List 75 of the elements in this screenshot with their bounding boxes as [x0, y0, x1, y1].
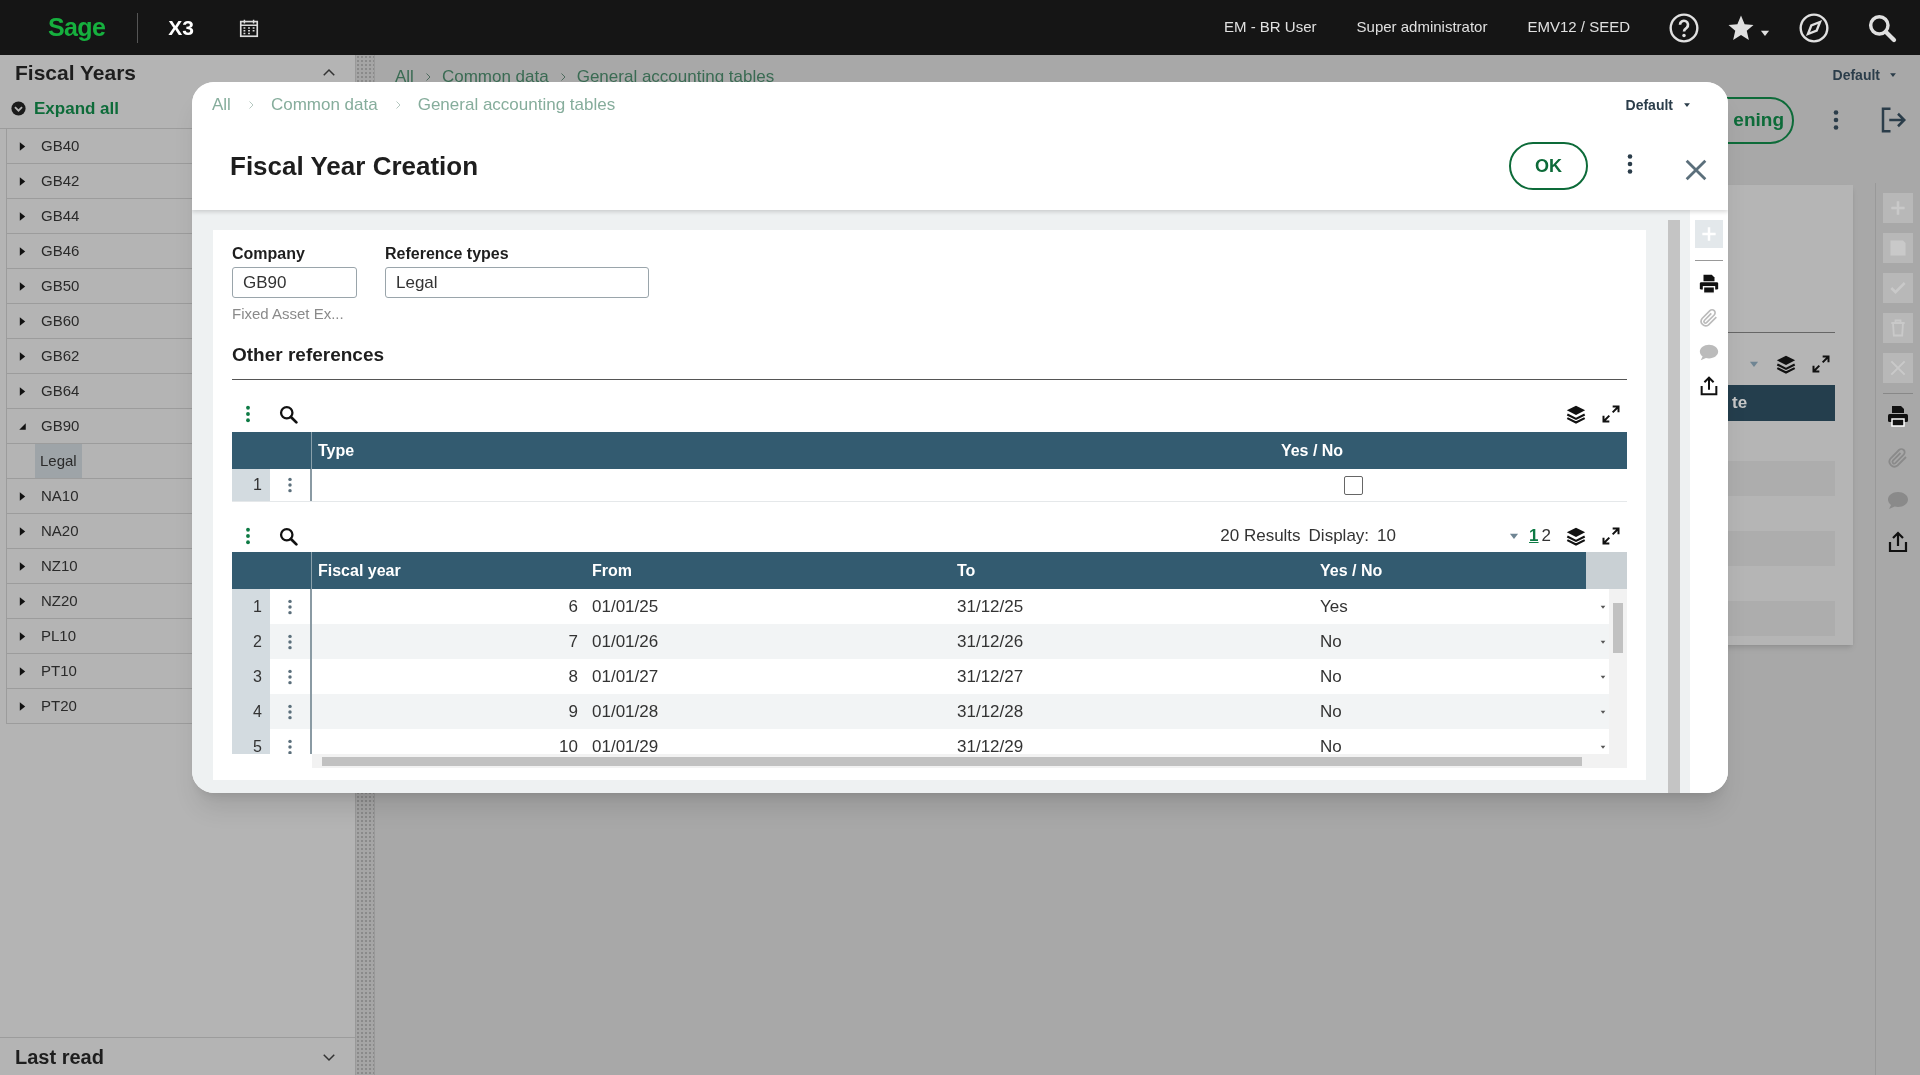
table-cell-text: 31/12/26 [957, 630, 1025, 653]
layers-icon[interactable] [1565, 403, 1587, 425]
row-number: 4 [232, 694, 270, 729]
table-cell-text: 7 [567, 630, 579, 653]
vertical-scrollbar[interactable] [1668, 220, 1680, 793]
compass-icon[interactable] [1798, 11, 1830, 44]
table-cell-text: 10 [558, 735, 579, 754]
paperclip-icon[interactable] [1698, 307, 1720, 329]
scrollbar-header [1586, 552, 1627, 589]
field-label: Reference types [385, 244, 510, 262]
row-number: 3 [232, 659, 270, 694]
row-number: 1 [232, 469, 270, 501]
view-selector[interactable]: Default [1625, 94, 1673, 116]
column-header: Yes / No [1320, 560, 1384, 581]
check-icon[interactable] [1883, 273, 1913, 303]
table-cell-text: 31/12/25 [957, 595, 1025, 618]
column-header: From [591, 560, 633, 581]
brand-logo[interactable]: Sage [48, 8, 106, 47]
ok-button[interactable]: OK [1509, 142, 1588, 190]
print-icon[interactable] [1886, 404, 1910, 428]
results-count: 20 Results [1220, 525, 1301, 548]
sidebar-title: Fiscal Years [15, 60, 137, 87]
tree-item[interactable]: Legal [35, 444, 82, 478]
folder-name[interactable]: EMV12 / SEED [1527, 16, 1630, 39]
paperclip-icon[interactable] [1886, 446, 1910, 470]
expand-icon[interactable] [1811, 354, 1831, 374]
expand-icon[interactable] [1601, 526, 1621, 546]
column-header: Yes / No [1279, 440, 1345, 461]
user-name[interactable]: EM - BR User [1224, 16, 1317, 39]
display-select[interactable]: 10 [1377, 523, 1508, 549]
table-cell-text: 31/12/28 [957, 700, 1025, 723]
row-number: 5 [232, 729, 270, 754]
table-cell[interactable]: No [1320, 659, 1586, 694]
share-icon[interactable] [1886, 530, 1910, 554]
expand-all-icon[interactable] [10, 100, 27, 117]
expand-icon[interactable] [1601, 404, 1621, 424]
checkbox[interactable] [1344, 475, 1363, 495]
layers-icon[interactable] [1565, 525, 1587, 547]
table-cell[interactable]: No [1320, 729, 1586, 754]
sidebar-footer-title: Last read [15, 1044, 104, 1070]
table-cell-text: 6 [567, 595, 579, 618]
table-cell[interactable]: No [1320, 624, 1586, 659]
user-role[interactable]: Super administrator [1356, 16, 1488, 39]
table-cell-text: 01/01/27 [591, 665, 660, 688]
help-icon[interactable] [1668, 11, 1700, 44]
table-cell-text: 01/01/26 [591, 630, 660, 653]
column-header: te [1732, 392, 1748, 415]
search-icon[interactable] [278, 403, 299, 425]
layers-icon[interactable] [1775, 353, 1797, 375]
table-cell-text: 9 [567, 700, 579, 723]
share-icon[interactable] [1698, 375, 1720, 397]
page-link[interactable]: 1 [1529, 523, 1539, 549]
row-number: 1 [232, 589, 270, 624]
table-cell-text: 31/12/29 [957, 735, 1025, 754]
print-icon[interactable] [1698, 273, 1720, 295]
vertical-scrollbar[interactable] [1609, 589, 1627, 754]
column-header: To [957, 560, 977, 581]
input-field[interactable]: Legal [385, 267, 649, 298]
input-field[interactable]: GB90 [232, 267, 357, 298]
field-description: Fixed Asset Ex... [232, 304, 345, 324]
horizontal-scrollbar[interactable] [312, 754, 1627, 768]
page-link[interactable]: 2 [1541, 523, 1551, 549]
app-name[interactable]: X3 [168, 11, 194, 44]
table-cell-text: 01/01/25 [591, 595, 660, 618]
field-label: Company [232, 244, 306, 262]
search-icon[interactable] [278, 525, 299, 547]
row-number: 2 [232, 624, 270, 659]
table-cell-text: 01/01/29 [591, 735, 660, 754]
display-label: Display: [1308, 525, 1370, 548]
view-selector[interactable]: Default [1832, 64, 1880, 86]
table-cell-text: 31/12/27 [957, 665, 1025, 688]
table-cell-text: 8 [567, 665, 579, 688]
table-cell-text: 01/01/28 [591, 700, 660, 723]
table-cell[interactable]: No [1320, 694, 1586, 729]
table-cell[interactable]: Yes [1320, 589, 1586, 624]
